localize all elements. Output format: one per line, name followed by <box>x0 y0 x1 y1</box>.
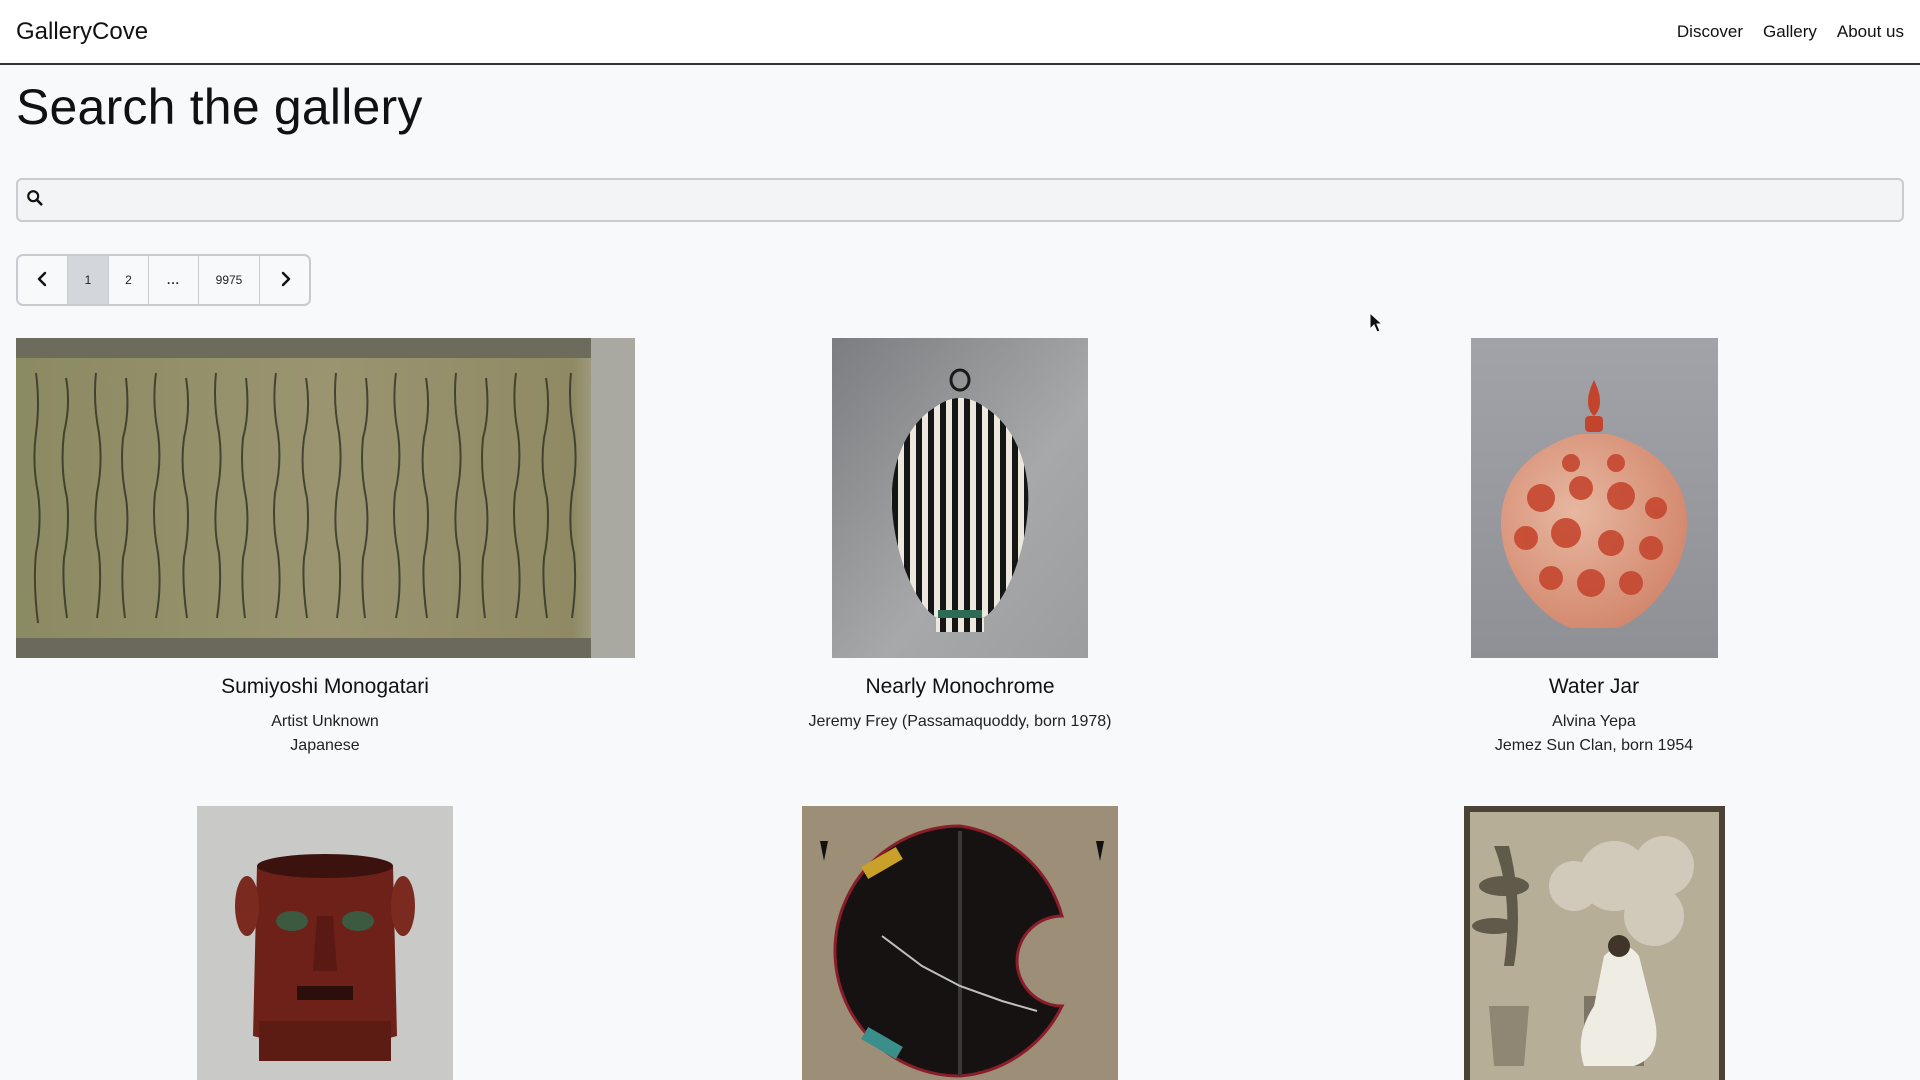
nav-about-us[interactable]: About us <box>1837 22 1904 42</box>
artwork-image-water-jar[interactable] <box>1471 338 1718 658</box>
search-icon <box>26 189 44 212</box>
mouse-cursor-icon <box>1369 312 1383 333</box>
artwork-artist: Jeremy Frey (Passamaquoddy, born 1978) <box>808 713 1112 730</box>
nav-discover[interactable]: Discover <box>1677 22 1743 42</box>
page-1-button[interactable]: 1 <box>68 256 109 304</box>
page-2-button[interactable]: 2 <box>109 256 149 304</box>
artwork-title[interactable]: Water Jar <box>1274 675 1914 699</box>
page-ellipsis: ... <box>149 256 199 304</box>
prev-page-button[interactable] <box>18 256 68 304</box>
page-title: Search the gallery <box>16 79 423 135</box>
brand-logo[interactable]: GalleryCove <box>16 18 148 46</box>
artwork-culture: Japanese <box>290 737 360 754</box>
top-navbar: GalleryCove Discover Gallery About us <box>0 0 1920 65</box>
search-input[interactable] <box>44 180 1902 220</box>
chevron-right-icon <box>277 271 293 290</box>
artwork-artist: Alvina Yepa <box>1552 713 1636 730</box>
artwork-image-photograph[interactable] <box>1464 806 1725 1080</box>
pagination: 1 2 ... 9975 <box>16 254 311 306</box>
artwork-image-nearly-monochrome[interactable] <box>832 338 1088 658</box>
main-nav: Discover Gallery About us <box>1677 22 1904 42</box>
page-last-button[interactable]: 9975 <box>199 256 260 304</box>
artwork-artist: Artist Unknown <box>271 713 379 730</box>
artwork-culture: Jemez Sun Clan, born 1954 <box>1494 737 1694 754</box>
artwork-image-textile[interactable] <box>802 806 1118 1080</box>
artwork-image-sumiyoshi[interactable] <box>16 338 635 658</box>
search-bar[interactable] <box>16 178 1904 222</box>
nav-gallery[interactable]: Gallery <box>1763 22 1817 42</box>
chevron-left-icon <box>35 271 51 290</box>
next-page-button[interactable] <box>260 256 309 304</box>
artwork-image-red-vessel[interactable] <box>197 806 453 1080</box>
artwork-title[interactable]: Nearly Monochrome <box>640 675 1280 699</box>
artwork-title[interactable]: Sumiyoshi Monogatari <box>5 675 645 699</box>
